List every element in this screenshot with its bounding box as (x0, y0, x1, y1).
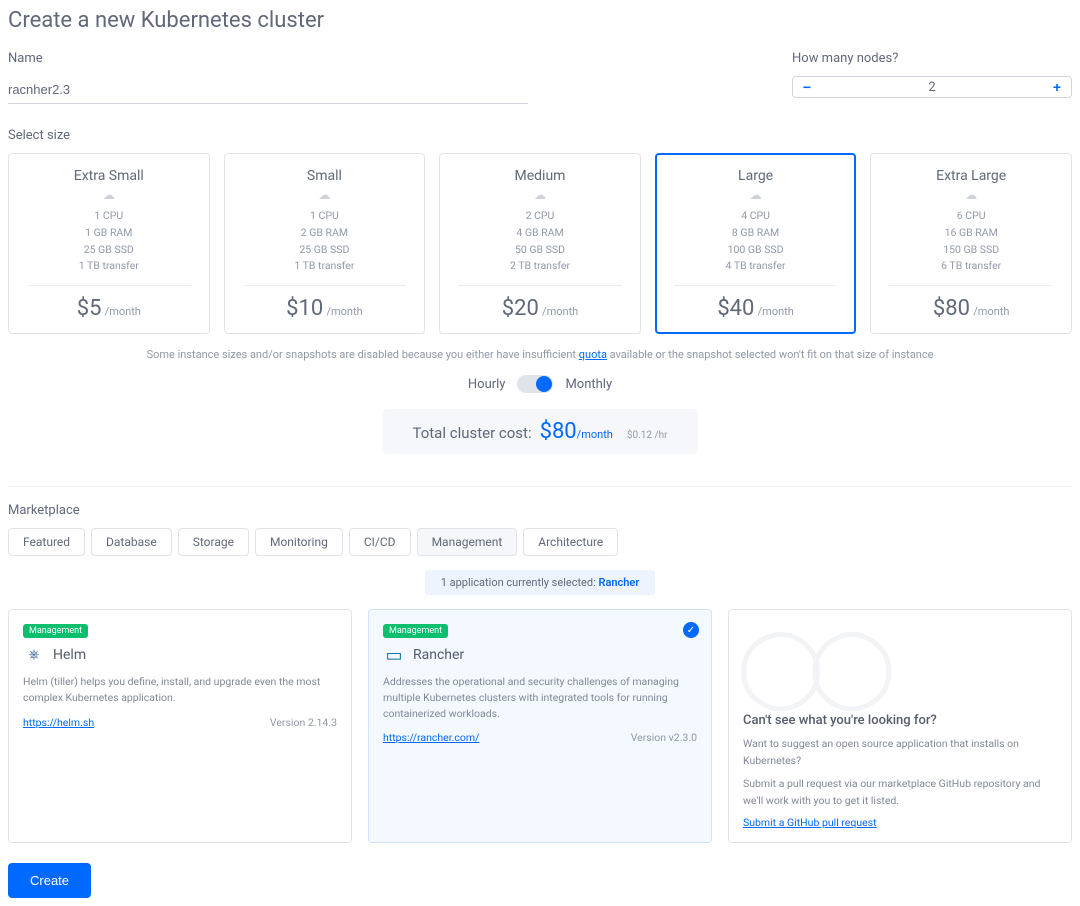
size-transfer: 6 TB transfer (881, 258, 1061, 275)
size-cpu: 1 CPU (19, 208, 199, 225)
billing-hourly-label: Hourly (468, 377, 506, 392)
create-button[interactable]: Create (8, 863, 91, 898)
size-ssd: 150 GB SSD (881, 242, 1061, 259)
size-ram: 1 GB RAM (19, 225, 199, 242)
size-card-medium[interactable]: Medium ☁ 2 CPU4 GB RAM50 GB SSD2 TB transf… (439, 153, 641, 334)
app-version: Version v2.3.0 (631, 731, 697, 744)
cost-label: Total cluster cost: (413, 424, 532, 442)
size-ram: 16 GB RAM (881, 225, 1061, 242)
suggest-text-1: Want to suggest an open source applicati… (743, 736, 1057, 770)
tab-storage[interactable]: Storage (178, 528, 249, 556)
size-cpu: 6 CPU (881, 208, 1061, 225)
size-price: $80 (933, 296, 970, 321)
size-period: /month (758, 305, 794, 318)
size-price: $10 (286, 296, 323, 321)
size-ssd: 100 GB SSD (666, 242, 846, 259)
tab-ci-cd[interactable]: CI/CD (349, 528, 411, 556)
selected-check-icon: ✓ (683, 622, 699, 638)
size-ram: 4 GB RAM (450, 225, 630, 242)
selected-app-banner: 1 application currently selected: Ranche… (425, 570, 656, 595)
app-card-rancher[interactable]: Management ✓ ▭ Rancher Addresses the ope… (368, 609, 712, 843)
nodes-value: 2 (821, 80, 1043, 95)
app-grid: Management ⎈ Helm Helm (tiller) helps yo… (8, 609, 1072, 843)
size-transfer: 4 TB transfer (666, 258, 846, 275)
size-title: Small (235, 168, 415, 184)
size-ram: 2 GB RAM (235, 225, 415, 242)
category-badge: Management (383, 624, 448, 638)
github-bg-icon: ◯◯ (737, 620, 1051, 711)
size-ssd: 25 GB SSD (235, 242, 415, 259)
app-name: Helm (53, 647, 86, 663)
app-description: Addresses the operational and security c… (383, 674, 697, 721)
size-grid: Extra Small☁1 CPU1 GB RAM25 GB SSD1 TB t… (8, 153, 1072, 334)
suggest-card: ◯◯ Can't see what you're looking for? Wa… (728, 609, 1072, 843)
size-ssd: 50 GB SSD (450, 242, 630, 259)
suggest-title: Can't see what you're looking for? (743, 713, 1057, 728)
size-transfer: 1 TB transfer (235, 258, 415, 275)
app-description: Helm (tiller) helps you define, install,… (23, 674, 337, 706)
size-title: Large (666, 168, 846, 184)
size-period: /month (105, 305, 141, 318)
billing-toggle[interactable] (517, 375, 553, 393)
app-link[interactable]: https://rancher.com/ (383, 731, 479, 744)
cost-box: Total cluster cost: $80/month $0.12 /hr (383, 409, 698, 454)
size-title: Extra Large (881, 168, 1061, 184)
rancher-icon: ▭ (383, 644, 405, 666)
tab-database[interactable]: Database (91, 528, 172, 556)
suggest-text-2: Submit a pull request via our marketplac… (743, 776, 1057, 810)
app-version: Version 2.14.3 (270, 716, 337, 729)
cloud-icon: ☁ (881, 188, 1061, 202)
cost-hourly: $0.12 /hr (627, 430, 668, 441)
size-period: /month (542, 305, 578, 318)
cloud-icon: ☁ (235, 188, 415, 202)
name-label: Name (8, 51, 768, 66)
tab-management[interactable]: Management (417, 528, 518, 556)
nodes-decrement-button[interactable]: − (793, 77, 821, 97)
size-cpu: 1 CPU (235, 208, 415, 225)
marketplace-tabs: FeaturedDatabaseStorageMonitoringCI/CDMa… (8, 528, 1072, 556)
size-cpu: 4 CPU (666, 208, 846, 225)
quota-link[interactable]: quota (579, 348, 607, 361)
size-label: Select size (8, 128, 1072, 143)
app-name: Rancher (413, 647, 464, 663)
size-ssd: 25 GB SSD (19, 242, 199, 259)
category-badge: Management (23, 624, 88, 638)
tab-architecture[interactable]: Architecture (523, 528, 618, 556)
size-price: $40 (717, 296, 754, 321)
helm-icon: ⎈ (23, 644, 45, 666)
size-title: Medium (450, 168, 630, 184)
size-card-extra-large[interactable]: Extra Large ☁ 6 CPU16 GB RAM150 GB SSD6 TB… (870, 153, 1072, 334)
size-period: /month (326, 305, 362, 318)
cost-price: $80 (540, 419, 577, 444)
size-transfer: 2 TB transfer (450, 258, 630, 275)
cloud-icon: ☁ (19, 188, 199, 202)
size-cpu: 2 CPU (450, 208, 630, 225)
size-transfer: 1 TB transfer (19, 258, 199, 275)
nodes-increment-button[interactable]: + (1043, 77, 1071, 97)
page-title: Create a new Kubernetes cluster (8, 8, 1072, 33)
size-card-large[interactable]: Large ☁ 4 CPU8 GB RAM100 GB SSD4 TB transf… (655, 153, 857, 334)
marketplace-title: Marketplace (8, 503, 1072, 518)
name-input[interactable] (8, 76, 528, 104)
billing-toggle-row: Hourly Monthly (8, 375, 1072, 393)
size-card-small[interactable]: Small ☁ 1 CPU2 GB RAM25 GB SSD1 TB transfe… (224, 153, 426, 334)
submit-pr-link[interactable]: Submit a GitHub pull request (743, 816, 877, 829)
tab-monitoring[interactable]: Monitoring (255, 528, 343, 556)
size-period: /month (973, 305, 1009, 318)
size-card-extra-small[interactable]: Extra Small ☁ 1 CPU1 GB RAM25 GB SSD1 TB t… (8, 153, 210, 334)
size-price: $20 (502, 296, 539, 321)
cloud-icon: ☁ (666, 188, 846, 202)
nodes-label: How many nodes? (792, 51, 1072, 66)
nodes-stepper: − 2 + (792, 76, 1072, 98)
app-link[interactable]: https://helm.sh (23, 716, 94, 729)
size-ram: 8 GB RAM (666, 225, 846, 242)
billing-monthly-label: Monthly (565, 377, 612, 392)
tab-featured[interactable]: Featured (8, 528, 85, 556)
size-price: $5 (77, 296, 102, 321)
app-card-helm[interactable]: Management ⎈ Helm Helm (tiller) helps yo… (8, 609, 352, 843)
quota-note: Some instance sizes and/or snapshots are… (8, 348, 1072, 361)
size-title: Extra Small (19, 168, 199, 184)
cloud-icon: ☁ (450, 188, 630, 202)
